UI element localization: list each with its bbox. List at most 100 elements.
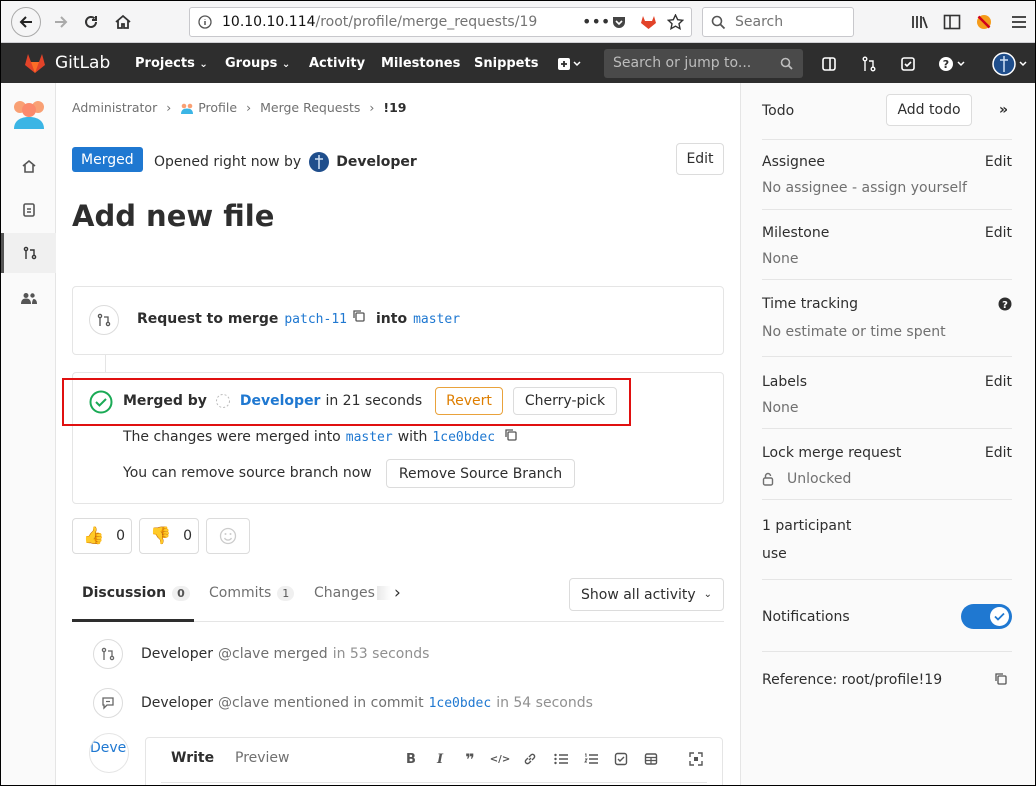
target-branch[interactable]: master bbox=[413, 312, 460, 327]
todos-icon[interactable] bbox=[898, 54, 918, 74]
new-item-icon[interactable] bbox=[555, 54, 585, 74]
table-icon[interactable] bbox=[642, 750, 660, 768]
tab-write[interactable]: Write bbox=[171, 750, 214, 766]
more-icon[interactable]: ••• bbox=[582, 12, 610, 31]
tab-discussion[interactable]: Discussion 0 bbox=[82, 585, 190, 601]
tab-changes[interactable]: Changes bbox=[314, 585, 391, 601]
assignee-value[interactable]: No assignee - assign yourself bbox=[762, 180, 1012, 196]
reload-icon[interactable] bbox=[77, 8, 105, 36]
nav-groups[interactable]: Groups ⌄ bbox=[225, 56, 290, 71]
extension-icon[interactable] bbox=[970, 8, 998, 36]
bullet-list-icon[interactable] bbox=[552, 750, 570, 768]
thumbs-up-award[interactable]: 👍 0 bbox=[72, 518, 132, 554]
gitlab-navbar: GitLab Projects ⌄ Groups ⌄ Activity Mile… bbox=[1, 43, 1035, 83]
add-todo-button[interactable]: Add todo bbox=[886, 94, 972, 126]
copy-icon[interactable] bbox=[352, 309, 366, 323]
help-icon[interactable]: ? bbox=[998, 297, 1012, 311]
breadcrumb-profile[interactable]: Profile bbox=[198, 100, 237, 115]
project-home-icon[interactable] bbox=[1, 146, 56, 186]
activity-filter-dropdown[interactable]: Show all activity ⌄ bbox=[569, 578, 724, 611]
breadcrumb-administrator[interactable]: Administrator bbox=[72, 100, 157, 115]
home-icon[interactable] bbox=[109, 8, 137, 36]
bookmark-star-icon[interactable] bbox=[667, 14, 684, 30]
search-icon bbox=[711, 15, 726, 29]
lock-edit-link[interactable]: Edit bbox=[985, 445, 1012, 461]
sidebar-panel-icon[interactable] bbox=[819, 54, 839, 74]
thumbs-down-award[interactable]: 👎 0 bbox=[139, 518, 199, 554]
library-icon[interactable] bbox=[906, 8, 934, 36]
members-icon[interactable] bbox=[1, 278, 56, 318]
comment-editor: Write Preview B I ❞ </> bbox=[145, 737, 723, 785]
merge-commit-link[interactable]: 1ce0bdec bbox=[432, 430, 495, 445]
menu-icon[interactable] bbox=[1005, 8, 1033, 36]
nav-snippets[interactable]: Snippets bbox=[474, 56, 538, 71]
url-host: 10.10.10.114 bbox=[222, 14, 316, 30]
copy-icon[interactable] bbox=[994, 672, 1008, 686]
gitlab-brand[interactable]: GitLab bbox=[23, 52, 110, 74]
assignee-edit-link[interactable]: Edit bbox=[985, 154, 1012, 170]
milestone-edit-link[interactable]: Edit bbox=[985, 225, 1012, 241]
breadcrumb-mr-id[interactable]: !19 bbox=[383, 100, 406, 115]
copy-icon[interactable] bbox=[504, 428, 518, 442]
source-branch[interactable]: patch-11 bbox=[284, 312, 347, 327]
merged-target-branch[interactable]: master bbox=[346, 430, 393, 445]
page-title: Add new file bbox=[72, 199, 275, 233]
mr-author[interactable]: Developer bbox=[336, 154, 417, 170]
tab-commits[interactable]: Commits 1 bbox=[209, 585, 295, 601]
labels-section: Labels Edit None bbox=[762, 374, 1012, 416]
activity-commit-link[interactable]: 1ce0bdec bbox=[429, 696, 492, 711]
forward-arrow-icon[interactable] bbox=[47, 8, 75, 36]
collapse-sidebar-icon[interactable]: » bbox=[999, 102, 1008, 118]
nav-milestones[interactable]: Milestones bbox=[381, 56, 460, 71]
nav-activity[interactable]: Activity bbox=[309, 56, 365, 71]
repository-icon[interactable] bbox=[1, 190, 56, 230]
url-bar[interactable]: 10.10.10.114/root/profile/merge_requests… bbox=[189, 7, 692, 37]
back-arrow-icon[interactable] bbox=[11, 7, 41, 37]
nav-search-input[interactable]: Search or jump to... bbox=[604, 49, 803, 78]
pocket-icon[interactable] bbox=[611, 14, 627, 30]
nav-projects[interactable]: Projects ⌄ bbox=[135, 56, 208, 71]
chevron-right-icon[interactable]: › bbox=[394, 583, 401, 603]
italic-icon[interactable]: I bbox=[431, 750, 449, 768]
remove-source-branch-button[interactable]: Remove Source Branch bbox=[386, 459, 575, 488]
numbered-list-icon[interactable] bbox=[582, 750, 600, 768]
cherry-pick-button[interactable]: Cherry-pick bbox=[513, 387, 617, 415]
avatar bbox=[309, 152, 330, 172]
participant[interactable]: use bbox=[762, 546, 1012, 562]
browser-toolbar: 10.10.10.114/root/profile/merge_requests… bbox=[1, 1, 1035, 43]
labels-edit-link[interactable]: Edit bbox=[985, 374, 1012, 390]
tab-preview[interactable]: Preview bbox=[235, 750, 290, 766]
edit-mr-button[interactable]: Edit bbox=[676, 143, 724, 175]
activity-user[interactable]: Developer bbox=[141, 646, 213, 662]
info-icon[interactable] bbox=[198, 15, 212, 29]
user-avatar-menu[interactable] bbox=[991, 51, 1031, 77]
timeline-connector bbox=[105, 355, 106, 372]
bold-icon[interactable]: B bbox=[402, 750, 420, 768]
activity-user[interactable]: Developer bbox=[141, 695, 213, 711]
task-list-icon[interactable] bbox=[612, 750, 630, 768]
code-icon[interactable]: </> bbox=[490, 750, 510, 768]
right-sidebar: Todo Add todo » Assignee Edit No assigne… bbox=[740, 83, 1035, 785]
quote-icon[interactable]: ❞ bbox=[461, 750, 479, 769]
fullscreen-icon[interactable] bbox=[687, 750, 705, 768]
add-reaction-button[interactable] bbox=[206, 518, 250, 554]
gitlab-tab-icon bbox=[641, 16, 656, 29]
help-icon[interactable]: ? bbox=[937, 54, 971, 74]
merge-requests-icon[interactable] bbox=[859, 54, 879, 74]
revert-button[interactable]: Revert bbox=[435, 387, 503, 415]
merge-requests-nav-icon[interactable] bbox=[1, 233, 56, 273]
active-tab-indicator bbox=[72, 619, 194, 622]
request-to-merge: Request to merge patch-11 into master bbox=[137, 309, 461, 327]
thumbs-down-icon: 👎 bbox=[150, 526, 172, 546]
link-icon[interactable] bbox=[521, 750, 539, 768]
project-sidebar bbox=[1, 83, 56, 785]
project-avatar[interactable] bbox=[1, 91, 56, 137]
merged-by-user[interactable]: Developer bbox=[240, 393, 321, 409]
merge-request-icon bbox=[89, 305, 119, 335]
browser-search-input[interactable]: Search bbox=[702, 7, 854, 37]
sidebar-toggle-icon[interactable] bbox=[938, 8, 966, 36]
gitlab-logo-icon bbox=[25, 54, 45, 73]
breadcrumb-merge-requests[interactable]: Merge Requests bbox=[260, 100, 360, 115]
smiley-icon bbox=[219, 527, 237, 545]
notifications-toggle[interactable] bbox=[961, 604, 1012, 629]
